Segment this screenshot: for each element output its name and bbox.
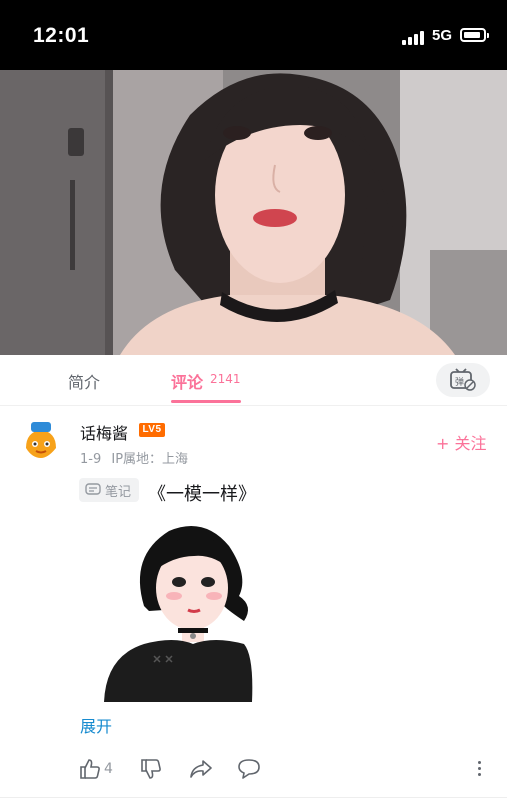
comment-image[interactable] — [104, 516, 254, 702]
note-tag-label: 笔记 — [105, 484, 132, 500]
follow-button[interactable]: + 关注 — [436, 430, 487, 454]
share-button[interactable] — [189, 758, 213, 780]
more-options-icon[interactable] — [478, 761, 481, 779]
level-badge: LV5 — [139, 423, 165, 437]
share-icon — [190, 760, 212, 778]
svg-text:弹: 弹 — [455, 376, 464, 388]
signal-icon — [402, 31, 426, 45]
status-bar: 12:01 5G — [0, 0, 507, 70]
comment-text: 《一模一样》 — [148, 484, 256, 505]
note-icon — [85, 483, 101, 495]
danmaku-toggle-button[interactable]: 弹 — [436, 363, 490, 397]
video-player[interactable] — [0, 70, 507, 355]
comment-date: 1-9 — [80, 452, 102, 467]
dislike-button[interactable] — [140, 758, 162, 780]
thumbs-down-icon — [141, 759, 161, 779]
note-tag[interactable]: 笔记 — [79, 478, 140, 502]
thumbs-up-icon — [80, 759, 100, 779]
comments-count: 2141 — [210, 372, 241, 386]
like-button[interactable]: 4 — [79, 758, 113, 780]
battery-icon — [460, 28, 489, 42]
active-tab-indicator — [171, 400, 241, 403]
network-type: 5G — [432, 27, 453, 44]
reply-button[interactable] — [237, 758, 261, 780]
danmaku-toggle-icon: 弹 — [450, 368, 476, 391]
tab-comments[interactable]: 评论 — [171, 369, 203, 393]
avatar[interactable] — [18, 418, 64, 464]
status-time: 12:01 — [33, 24, 90, 47]
comment-meta: 1-9 IP属地：上海 — [80, 448, 194, 467]
video-frame — [0, 70, 507, 355]
ip-location: IP属地：上海 — [111, 452, 189, 467]
reply-bubble-icon — [238, 759, 260, 779]
divider — [0, 797, 507, 798]
expand-link[interactable]: 展开 — [80, 713, 112, 737]
tab-intro[interactable]: 简介 — [68, 369, 100, 393]
comment-actions: 4 — [0, 758, 507, 782]
username[interactable]: 话梅酱 — [80, 420, 128, 444]
like-count: 4 — [104, 761, 113, 777]
tab-bar: 简介 评论 2141 弹 — [0, 355, 507, 406]
